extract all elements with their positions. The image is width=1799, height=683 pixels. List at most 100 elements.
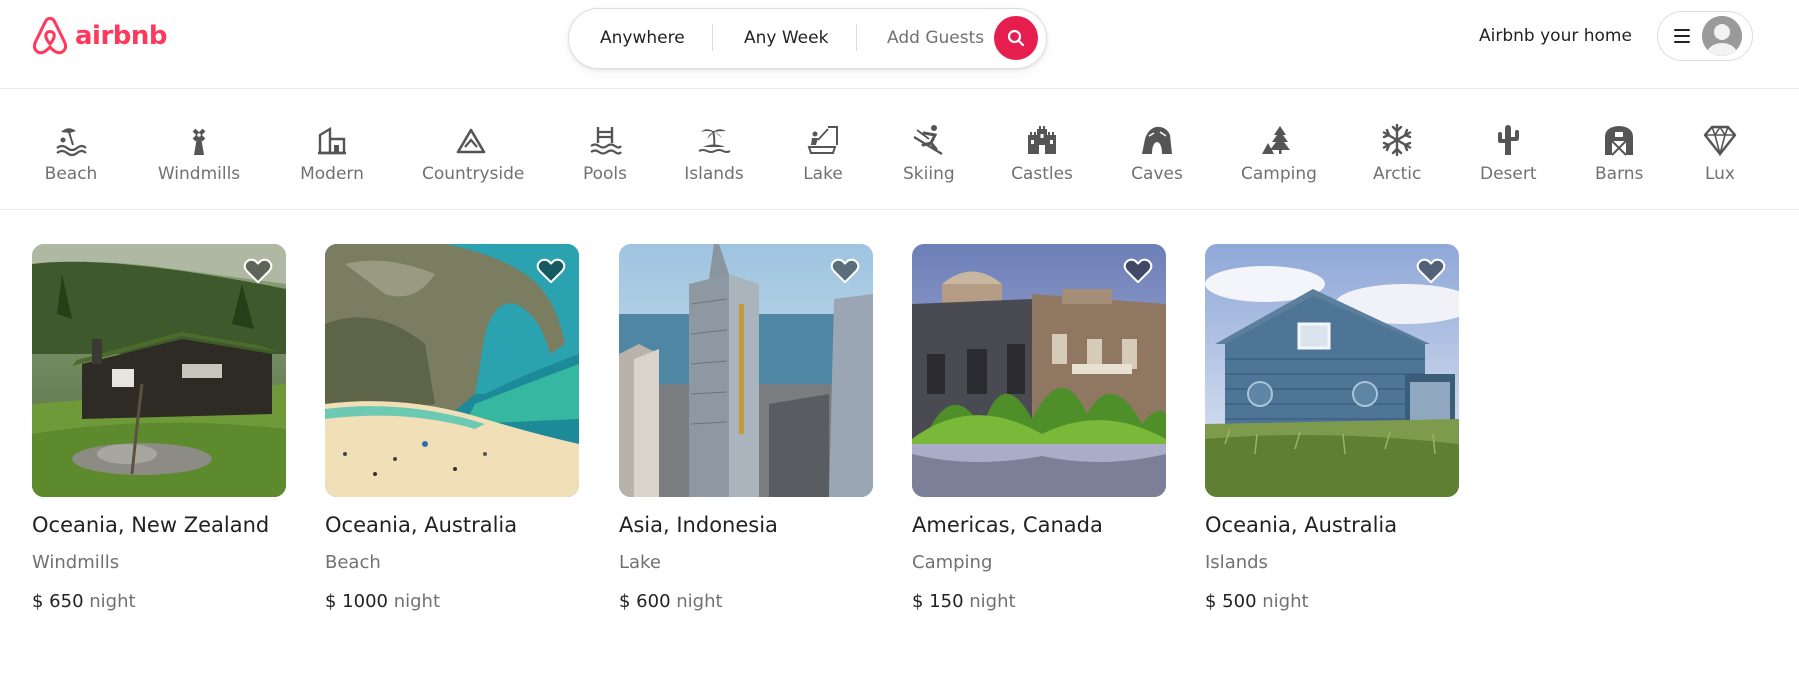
category-label: Islands bbox=[684, 164, 744, 184]
listing-card[interactable]: Oceania, Australia Islands $ 500 night bbox=[1205, 244, 1459, 614]
listing-location: Oceania, Australia bbox=[1205, 513, 1398, 537]
lake-icon bbox=[807, 126, 838, 154]
category-bar: Beach Windmills Modern Countryside Pools… bbox=[0, 90, 1799, 210]
user-avatar-icon bbox=[1702, 16, 1742, 56]
category-label: Caves bbox=[1131, 164, 1183, 184]
category-barns[interactable]: Barns bbox=[1595, 123, 1643, 184]
listing-category: Lake bbox=[619, 552, 661, 573]
price-unit: night bbox=[393, 591, 441, 612]
category-modern[interactable]: Modern bbox=[298, 123, 366, 184]
category-label: Desert bbox=[1480, 164, 1537, 184]
heart-favorite-icon[interactable] bbox=[1123, 257, 1153, 285]
listing-price-row: $ 650 night bbox=[32, 590, 286, 614]
listing-price-row: $ 600 night bbox=[619, 590, 873, 614]
category-arctic[interactable]: Arctic bbox=[1373, 123, 1421, 184]
category-label: Barns bbox=[1595, 164, 1644, 184]
listing-photo[interactable] bbox=[1205, 244, 1459, 497]
listing-photo[interactable] bbox=[619, 244, 873, 497]
cactus-icon bbox=[1498, 125, 1519, 155]
airbnb-logo[interactable]: airbnb bbox=[31, 16, 168, 56]
listing-category: Camping bbox=[912, 552, 993, 573]
island-icon bbox=[698, 129, 731, 153]
category-windmills[interactable]: Windmills bbox=[155, 123, 243, 184]
listing-price: $ 500 bbox=[1205, 591, 1257, 612]
search-button[interactable] bbox=[994, 16, 1038, 60]
category-desert[interactable]: Desert bbox=[1480, 123, 1537, 184]
category-countryside[interactable]: Countryside bbox=[422, 123, 525, 184]
listing-price: $ 1000 bbox=[325, 591, 388, 612]
category-lake[interactable]: Lake bbox=[801, 123, 845, 184]
listing-price-row: $ 500 night bbox=[1205, 590, 1459, 614]
listing-price: $ 650 bbox=[32, 591, 84, 612]
heart-favorite-icon[interactable] bbox=[243, 257, 273, 285]
category-label: Lake bbox=[803, 164, 843, 184]
host-your-home-link[interactable]: Airbnb your home bbox=[1479, 22, 1632, 50]
listing-card[interactable]: Asia, Indonesia Lake $ 600 night bbox=[619, 244, 873, 614]
search-icon bbox=[1007, 29, 1025, 47]
listing-location: Asia, Indonesia bbox=[619, 513, 778, 537]
listing-photo[interactable] bbox=[912, 244, 1166, 497]
heart-favorite-icon[interactable] bbox=[830, 257, 860, 285]
price-unit: night bbox=[676, 591, 723, 612]
heart-favorite-icon[interactable] bbox=[536, 257, 566, 285]
category-castles[interactable]: Castles bbox=[1011, 123, 1073, 184]
cave-icon bbox=[1142, 126, 1172, 154]
windmill-icon bbox=[192, 128, 206, 155]
category-camping[interactable]: Camping bbox=[1241, 123, 1317, 184]
price-unit: night bbox=[89, 591, 136, 612]
diamond-icon bbox=[1703, 125, 1737, 157]
avatar bbox=[1702, 16, 1742, 56]
logo-text: airbnb bbox=[75, 21, 168, 51]
price-unit: night bbox=[969, 591, 1016, 612]
category-label: Skiing bbox=[903, 164, 955, 184]
modern-house-icon bbox=[318, 126, 346, 155]
category-label: Pools bbox=[582, 164, 628, 184]
listing-card[interactable]: Americas, Canada Camping $ 150 night bbox=[912, 244, 1166, 614]
beach-icon bbox=[56, 128, 87, 157]
category-label: Lux bbox=[1704, 164, 1735, 184]
category-label: Countryside bbox=[422, 164, 525, 184]
search-dates[interactable]: Any Week bbox=[744, 9, 828, 68]
category-label: Modern bbox=[300, 164, 364, 184]
listing-price-row: $ 150 night bbox=[912, 590, 1166, 614]
category-lux[interactable]: Lux bbox=[1702, 123, 1738, 184]
user-menu-button[interactable] bbox=[1657, 11, 1753, 61]
listing-price: $ 600 bbox=[619, 591, 671, 612]
listing-photo[interactable] bbox=[32, 244, 286, 497]
search-bar[interactable]: Anywhere Any Week Add Guests bbox=[568, 8, 1047, 69]
category-label: Camping bbox=[1241, 164, 1317, 184]
listing-category: Windmills bbox=[32, 552, 120, 573]
listing-photo[interactable] bbox=[325, 244, 579, 497]
category-label: Windmills bbox=[157, 164, 241, 184]
category-label: Arctic bbox=[1373, 164, 1422, 184]
skiing-icon bbox=[913, 125, 943, 155]
top-header: airbnb Anywhere Any Week Add Guests Airb… bbox=[0, 0, 1799, 89]
airbnb-logo-icon bbox=[32, 16, 68, 55]
listing-category: Beach bbox=[325, 552, 381, 573]
category-label: Castles bbox=[1011, 164, 1073, 184]
category-caves[interactable]: Caves bbox=[1131, 123, 1183, 184]
camping-icon bbox=[1262, 126, 1290, 154]
barn-icon bbox=[1605, 126, 1633, 156]
listing-category: Islands bbox=[1205, 552, 1268, 573]
category-skiing[interactable]: Skiing bbox=[903, 123, 955, 184]
listing-price: $ 150 bbox=[912, 591, 964, 612]
castle-icon bbox=[1028, 126, 1056, 154]
listing-card[interactable]: Oceania, New Zealand Windmills $ 650 nig… bbox=[32, 244, 286, 614]
heart-favorite-icon[interactable] bbox=[1416, 257, 1446, 285]
listing-card[interactable]: Oceania, Australia Beach $ 1000 night bbox=[325, 244, 579, 614]
category-islands[interactable]: Islands bbox=[684, 123, 744, 184]
listing-location: Oceania, New Zealand bbox=[32, 513, 270, 537]
listing-location: Americas, Canada bbox=[912, 513, 1103, 537]
price-unit: night bbox=[1262, 591, 1309, 612]
search-location[interactable]: Anywhere bbox=[600, 9, 685, 68]
category-beach[interactable]: Beach bbox=[40, 123, 102, 184]
listing-price-row: $ 1000 night bbox=[325, 590, 579, 614]
pool-icon bbox=[590, 127, 622, 155]
mountain-icon bbox=[456, 128, 486, 154]
search-guests[interactable]: Add Guests bbox=[887, 9, 984, 68]
listing-location: Oceania, Australia bbox=[325, 513, 518, 537]
hamburger-menu-icon bbox=[1674, 29, 1690, 43]
category-pools[interactable]: Pools bbox=[580, 123, 630, 184]
snowflake-icon bbox=[1382, 123, 1412, 157]
